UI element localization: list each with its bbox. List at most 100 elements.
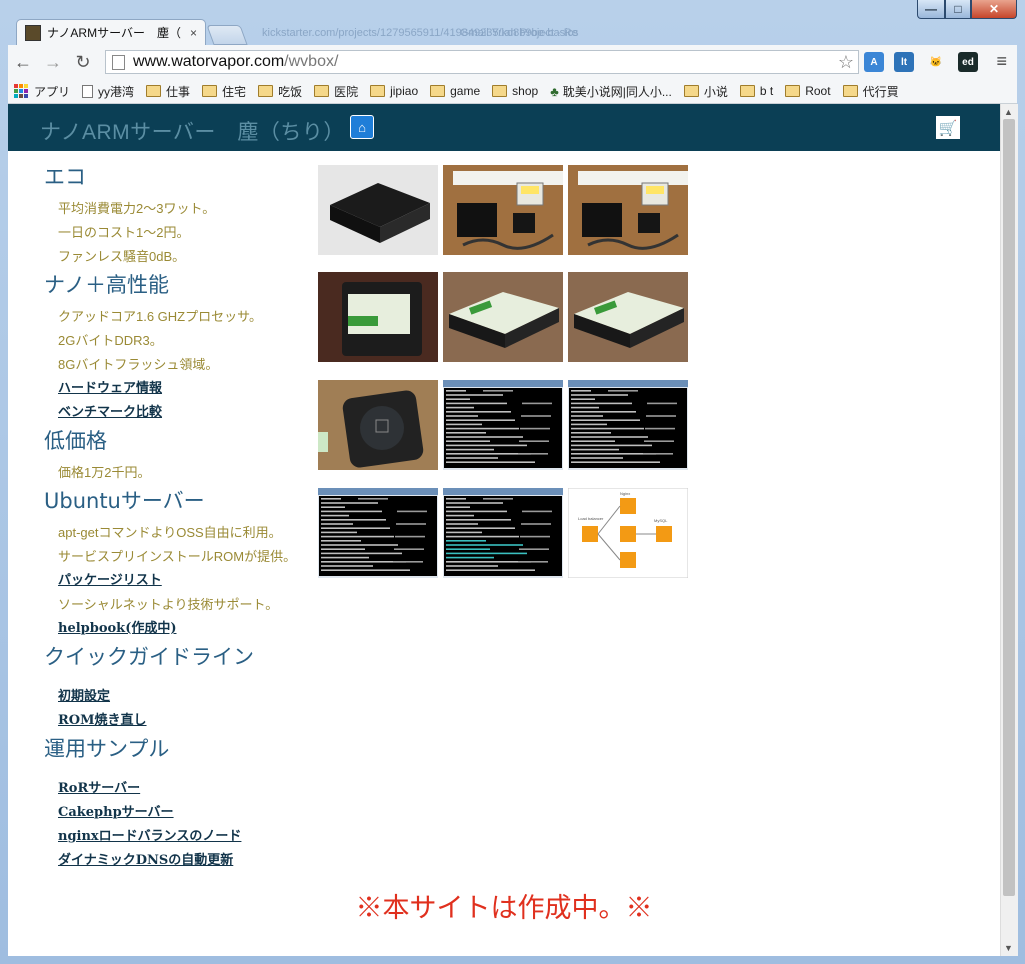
menu-link[interactable]: nginxロードバランスのノード	[58, 825, 314, 849]
tab-title: ナノARMサーバー 塵（	[47, 26, 181, 40]
bookmark-item[interactable]: game	[430, 84, 480, 98]
bookmark-item[interactable]: ♣ 耽美小说网|同人小...	[550, 83, 672, 100]
tree-icon: ♣	[550, 83, 559, 99]
gallery-thumbnail[interactable]	[443, 272, 563, 362]
feature-text: 8Gバイトフラッシュ領域。	[58, 357, 219, 372]
gallery-thumbnail[interactable]	[443, 380, 563, 470]
bookmark-label: 代行買	[862, 84, 899, 99]
url-path: /wvbox/	[284, 53, 339, 70]
section-heading: 運用サンプル	[44, 737, 170, 761]
menu-link[interactable]: ハードウェア情報	[58, 377, 314, 401]
side-menu: エコ 平均消費電力2～3ワット。 一日のコスト1～2円。 ファンレス騒音0dB。 ナノ＋…	[44, 161, 314, 873]
feature-text: 一日のコスト1～2円。	[58, 225, 190, 240]
github-extension-icon[interactable]: 🐱	[926, 52, 946, 72]
menu-link[interactable]: パッケージリスト	[58, 569, 314, 593]
bookmark-item[interactable]: shop	[492, 84, 538, 98]
menu-link[interactable]: RoRサーバー	[58, 777, 314, 801]
bookmark-label: jipiao	[390, 84, 419, 98]
favicon-icon	[25, 24, 41, 41]
bookmark-item[interactable]: jipiao	[370, 84, 418, 98]
svg-text:Nginx: Nginx	[620, 491, 630, 496]
menu-link[interactable]: Cakephpサーバー	[58, 801, 314, 825]
bookmark-item[interactable]: yy港湾	[82, 83, 134, 100]
bookmark-label: 吃饭	[278, 84, 303, 99]
gallery-thumbnail[interactable]	[318, 380, 438, 470]
page-viewport: ナノARMサーバー 塵（ちり） ⌂ 🛒 エコ 平均消費電力2～3ワット。 一日のコス…	[8, 104, 1000, 956]
editor-extension-icon[interactable]: ed	[958, 52, 978, 72]
menu-link[interactable]: helpbook(作成中)	[58, 617, 314, 641]
vertical-scrollbar[interactable]: ▲ ▼	[1000, 104, 1018, 956]
svg-text:Load balancer: Load balancer	[578, 516, 604, 521]
gallery-thumbnail[interactable]	[318, 272, 438, 362]
url-host: www.watorvapor.com	[133, 53, 285, 70]
gallery-thumbnail[interactable]	[318, 165, 438, 255]
site-header: ナノARMサーバー 塵（ちり） ⌂ 🛒	[8, 104, 1000, 151]
svg-text:MySQL: MySQL	[654, 518, 668, 523]
tab-close-icon[interactable]: ×	[190, 26, 197, 40]
section-heading: エコ	[44, 165, 86, 189]
bookmark-item[interactable]: 吃饭	[258, 83, 302, 100]
gallery-thumbnail[interactable]	[443, 488, 563, 578]
menu-link[interactable]: 初期設定	[58, 685, 314, 709]
browser-window: — □ ✕ ナノARMサーバー 塵（ × kickstarter.com/pro…	[0, 0, 1025, 964]
gallery-thumbnail[interactable]	[318, 488, 438, 578]
minimize-button[interactable]: —	[917, 0, 945, 19]
feature-text: 価格1万2千円。	[58, 465, 151, 480]
bookmark-label: 小说	[703, 84, 728, 99]
forward-button[interactable]: →	[38, 52, 68, 73]
section-heading: ナノ＋高性能	[44, 273, 169, 297]
bookmarks-bar: アプリ yy港湾 仕事 住宅 吃饭 医院 jipiao game shop ♣ 耽美小说网|同人小.…	[8, 79, 1017, 104]
gallery-thumbnail[interactable]	[568, 380, 688, 470]
scroll-up-icon[interactable]: ▲	[1004, 107, 1013, 117]
bookmark-label: 仕事	[166, 84, 191, 99]
bookmark-item[interactable]: 代行買	[842, 83, 899, 100]
menu-link[interactable]: ROM焼き直し	[58, 709, 314, 733]
scroll-thumb[interactable]	[1003, 119, 1015, 896]
menu-link[interactable]: ダイナミックDNSの自動更新	[58, 849, 314, 873]
folder-icon	[146, 85, 162, 97]
scroll-down-icon[interactable]: ▼	[1004, 943, 1013, 953]
section-heading: クイックガイドライン	[44, 645, 254, 669]
folder-icon	[842, 85, 858, 97]
maximize-button[interactable]: □	[945, 0, 971, 19]
close-window-button[interactable]: ✕	[971, 0, 1017, 19]
home-icon[interactable]: ⌂	[350, 115, 374, 139]
folder-icon	[202, 85, 218, 97]
bookmark-label: 医院	[334, 84, 359, 99]
back-button[interactable]: ←	[8, 52, 38, 73]
bookmark-item[interactable]: 住宅	[202, 83, 246, 100]
new-tab-button[interactable]	[206, 25, 248, 45]
gallery-thumbnail[interactable]	[568, 272, 688, 362]
bookmark-item[interactable]: b t	[739, 84, 773, 98]
browser-toolbar: ← → ↻ www.watorvapor.com/wvbox/ ☆ A lt 🐱…	[8, 45, 1017, 79]
feature-text: 2GバイトDDR3。	[58, 333, 163, 348]
folder-icon	[314, 85, 330, 97]
under-construction-notice: ※本サイトは作成中。※	[355, 893, 653, 923]
feature-text: サービスプリインストールROMが提供。	[58, 549, 297, 564]
bookmark-item[interactable]: アプリ	[14, 83, 70, 100]
translate-extension-icon[interactable]: A	[864, 52, 884, 72]
active-tab[interactable]: ナノARMサーバー 塵（ ×	[16, 19, 206, 45]
lt-extension-icon[interactable]: lt	[894, 52, 914, 72]
reload-button[interactable]: ↻	[68, 52, 98, 73]
cart-icon[interactable]: 🛒	[936, 116, 960, 139]
folder-icon	[430, 85, 446, 97]
bookmark-star-icon[interactable]: ☆	[838, 52, 854, 73]
gallery-thumbnail[interactable]: Nginx Load balancer MySQL	[568, 488, 688, 578]
gallery-thumbnail[interactable]	[443, 165, 563, 255]
menu-icon[interactable]: ≡	[996, 51, 1007, 72]
apps-grid-icon	[14, 84, 28, 98]
bookmark-item[interactable]: Root	[785, 84, 831, 98]
gallery-thumbnail[interactable]	[568, 165, 688, 255]
bookmark-label: 耽美小说网|同人小...	[562, 84, 672, 99]
folder-icon	[739, 85, 755, 97]
page-icon	[82, 84, 94, 98]
menu-link[interactable]: ベンチマーク比較	[58, 401, 314, 425]
page-icon	[112, 54, 125, 70]
address-bar[interactable]: www.watorvapor.com/wvbox/ ☆	[105, 50, 859, 74]
bookmark-item[interactable]: 医院	[314, 83, 358, 100]
folder-icon	[370, 85, 386, 97]
bookmark-item[interactable]: 仕事	[146, 83, 190, 100]
bookmark-item[interactable]: 小说	[683, 83, 728, 100]
